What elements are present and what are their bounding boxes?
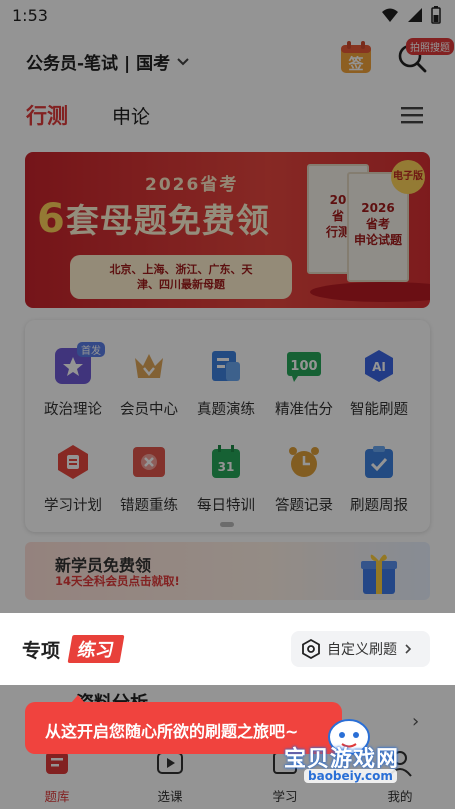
chevron-right-icon: [405, 644, 412, 654]
custom-practice-button[interactable]: 自定义刷题: [291, 631, 430, 667]
practice-tag: 练习: [67, 635, 125, 663]
special-practice-row: 专项 练习 自定义刷题: [0, 613, 455, 685]
onboarding-overlay-top: [0, 0, 455, 613]
custom-practice-label: 自定义刷题: [327, 642, 397, 658]
site-watermark: 宝贝游戏网 baobeiy.com: [278, 715, 428, 800]
watermark-url: baobeiy.com: [304, 769, 397, 783]
hexagon-gear-icon: [302, 639, 320, 659]
practice-label: 专项: [22, 640, 61, 662]
tooltip-text: 从这开启您随心所欲的刷题之旅吧~: [45, 722, 299, 741]
